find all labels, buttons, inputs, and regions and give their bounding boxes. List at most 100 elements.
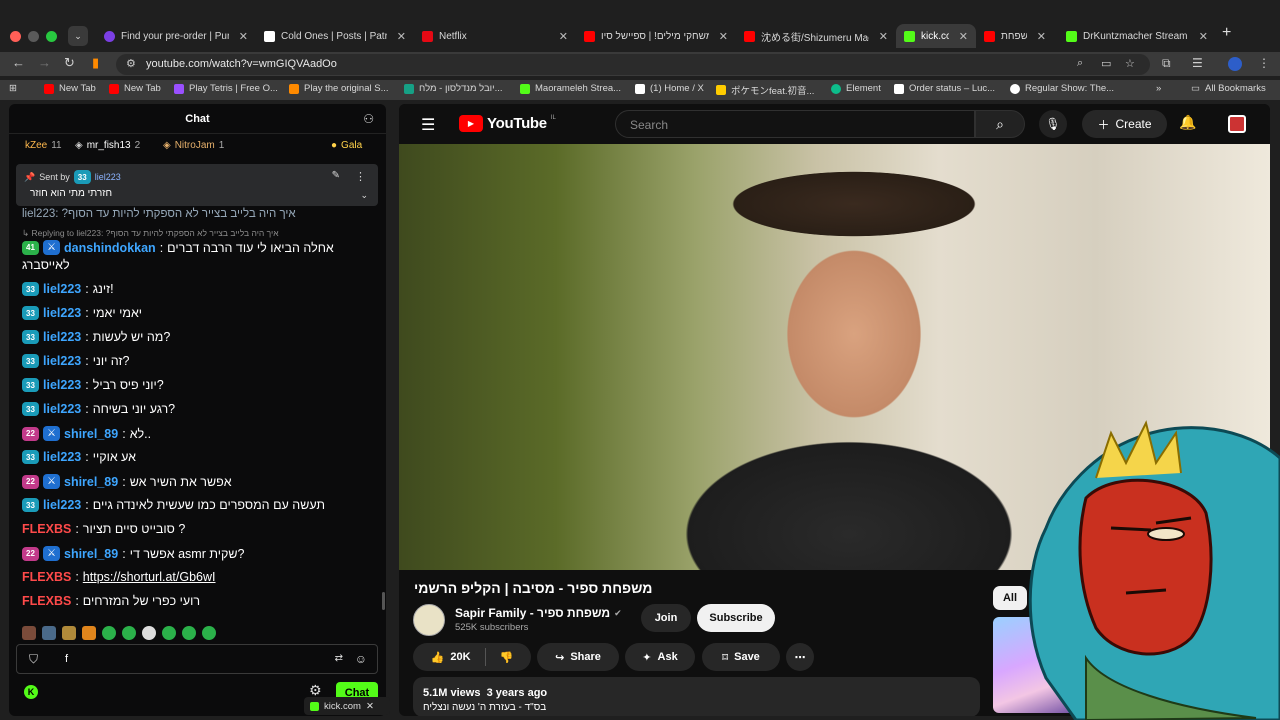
tab-close-icon[interactable]: ✕: [1037, 30, 1046, 43]
username[interactable]: liel223: [43, 282, 81, 296]
pinned-username[interactable]: liel223: [95, 172, 121, 182]
bookmark-item[interactable]: Play Tetris | Free O...: [174, 83, 278, 94]
extensions-puzzle-icon[interactable]: ⧉: [1162, 56, 1171, 71]
browser-tab-active[interactable]: kick.co ✕: [896, 24, 976, 48]
tab-close-icon[interactable]: ✕: [559, 30, 568, 43]
unpin-icon[interactable]: ✎: [332, 170, 340, 181]
chat-message[interactable]: FLEXBS: ? סובייט סיים תציור: [22, 522, 377, 536]
emote-icon[interactable]: [202, 626, 216, 640]
bookmark-item[interactable]: (1) Home / X: [635, 83, 704, 94]
browser-tab[interactable]: DrKuntzmacher Stream ✕: [1058, 24, 1216, 48]
mini-tab-close-icon[interactable]: ✕: [366, 701, 374, 712]
forward-arrow-icon[interactable]: →: [38, 55, 51, 70]
emote-icon[interactable]: [22, 626, 36, 640]
more-actions-button[interactable]: ⋯: [786, 643, 814, 671]
browser-tab[interactable]: Netflix ✕: [414, 24, 576, 48]
chat-message[interactable]: 33 liel223: ?רגע יוני בשיחה: [22, 402, 377, 416]
search-input[interactable]: Search: [615, 110, 975, 138]
subscribe-button[interactable]: Subscribe: [697, 604, 775, 632]
emote-icon[interactable]: [62, 626, 76, 640]
chat-message[interactable]: 33 liel223: ?יוני פיס רביל: [22, 378, 377, 392]
username[interactable]: shirel_89: [64, 475, 118, 489]
chevron-right-icon[interactable]: ›: [1247, 678, 1252, 694]
kick-logo-icon[interactable]: K: [24, 685, 38, 699]
chat-message[interactable]: 33 liel223: !זינג: [22, 282, 377, 296]
bookmark-item[interactable]: יובל מנדלסון - מלח...: [404, 83, 503, 94]
ask-button[interactable]: ✦ Ask: [625, 643, 695, 671]
tab-close-icon[interactable]: ✕: [239, 30, 248, 43]
hamburger-menu-icon[interactable]: ☰: [421, 115, 435, 135]
username[interactable]: liel223: [43, 402, 81, 416]
emote-icon[interactable]: [122, 626, 136, 640]
browser-tab[interactable]: משפחת ✕: [976, 24, 1054, 48]
bookmark-item[interactable]: Play the original S...: [289, 83, 389, 94]
tab-close-icon[interactable]: ✕: [879, 30, 888, 43]
chat-message[interactable]: 33 liel223: תעשה עם המספרים כמו שעשית לא…: [22, 498, 377, 512]
save-button[interactable]: ⌑ Save: [702, 643, 780, 671]
address-bar[interactable]: ⚙ youtube.com/watch?v=wmGIQVAadOo ⌕ ▭ ☆: [116, 54, 1150, 75]
description-box[interactable]: 5.1M views 3 years ago בס"ד - בעזרת ה' נ…: [413, 677, 980, 716]
reload-icon[interactable]: ↻: [64, 55, 75, 71]
back-arrow-icon[interactable]: ←: [12, 55, 25, 70]
share-button[interactable]: ↪ Share: [537, 643, 619, 671]
profile-avatar[interactable]: [1228, 57, 1242, 71]
pinned-more-icon[interactable]: ⋮: [355, 170, 366, 183]
bookmark-item[interactable]: Regular Show: The...: [1010, 83, 1114, 94]
account-avatar[interactable]: [1228, 115, 1246, 133]
like-count[interactable]: 20K: [450, 651, 470, 663]
browser-tab[interactable]: משחקי מילים! | ספיישל סיו ✕: [576, 24, 736, 48]
leaderboard-entry[interactable]: ◈ mr_fish13 2: [75, 140, 140, 151]
browser-tab[interactable]: Find your pre-order | Pur ✕: [96, 24, 256, 48]
chat-input[interactable]: ⛉ f ⇄ ☺: [16, 644, 378, 674]
tab-close-icon[interactable]: ✕: [397, 30, 406, 43]
filter-chip-all[interactable]: All: [993, 586, 1027, 610]
join-button[interactable]: Join: [641, 604, 691, 632]
menu-dots-icon[interactable]: ⋮: [1258, 56, 1270, 70]
bookmark-item[interactable]: ポケモンfeat.初音...: [716, 83, 814, 97]
message-link[interactable]: https://shorturl.at/Gb6wI: [83, 570, 216, 584]
username[interactable]: liel223: [43, 498, 81, 512]
emote-icon[interactable]: [142, 626, 156, 640]
cast-icon[interactable]: ▭: [1101, 57, 1111, 70]
tab-close-icon[interactable]: ✕: [1199, 30, 1208, 43]
voice-search-mic-icon[interactable]: 🎙: [1039, 110, 1067, 138]
translate-icon[interactable]: ⇄: [335, 653, 343, 664]
maximize-window-icon[interactable]: [46, 31, 57, 42]
chat-message[interactable]: 33 liel223: יאמי יאמי: [22, 306, 377, 320]
close-window-icon[interactable]: [10, 31, 21, 42]
minimize-window-icon[interactable]: [28, 31, 39, 42]
username[interactable]: shirel_89: [64, 547, 118, 561]
notifications-bell-icon[interactable]: 🔔: [1179, 114, 1196, 131]
chat-message[interactable]: 33 liel223: ?מה יש לעשות: [22, 330, 377, 344]
chat-message[interactable]: 22 ⚔ shirel_89: ?שקית asmr אפשר די: [22, 546, 377, 561]
emote-icon[interactable]: [82, 626, 96, 640]
apps-grid-icon[interactable]: ⊞: [9, 83, 17, 94]
chat-message[interactable]: 33 liel223: אע אוקיי: [22, 450, 377, 464]
create-button[interactable]: ＋ Create: [1082, 110, 1167, 138]
like-thumb-up-icon[interactable]: 👍: [431, 651, 445, 664]
extension-shield-icon[interactable]: ▮: [92, 55, 99, 71]
leaderboard-entry[interactable]: kZee 11: [25, 140, 62, 151]
username[interactable]: liel223: [43, 354, 81, 368]
more-bookmarks-chevron-icon[interactable]: »: [1156, 83, 1161, 94]
username[interactable]: danshindokkan: [64, 241, 156, 255]
username[interactable]: FLEXBS: [22, 570, 71, 584]
username[interactable]: liel223: [43, 378, 81, 392]
zoom-icon[interactable]: ⌕: [1077, 57, 1083, 70]
tab-close-icon[interactable]: ✕: [959, 30, 968, 43]
leaderboard-entry[interactable]: ● Gala: [331, 140, 362, 151]
browser-tab[interactable]: 沈める街/Shizumeru Machi ✕: [736, 24, 896, 48]
chat-message[interactable]: 41 ⚔ danshindokkan: אחלה הביאו לי עוד הר…: [22, 240, 377, 255]
recommended-video-thumbnail[interactable]: [993, 617, 1081, 713]
emote-icon[interactable]: [182, 626, 196, 640]
emoji-icon[interactable]: ☺: [355, 652, 367, 666]
leaderboard-entry[interactable]: ◈ NitroJam 1: [163, 140, 224, 151]
username[interactable]: liel223: [43, 450, 81, 464]
chat-message[interactable]: FLEXBS: https://shorturl.at/Gb6wI: [22, 570, 377, 584]
emote-icon[interactable]: [42, 626, 56, 640]
username[interactable]: liel223: [43, 306, 81, 320]
expand-chevron-icon[interactable]: ⌄: [360, 190, 368, 201]
emote-icon[interactable]: [162, 626, 176, 640]
bookmark-item[interactable]: Maorameleh Strea...: [520, 83, 621, 94]
channel-name[interactable]: Sapir Family - משפחת ספיר ✔: [455, 606, 622, 620]
